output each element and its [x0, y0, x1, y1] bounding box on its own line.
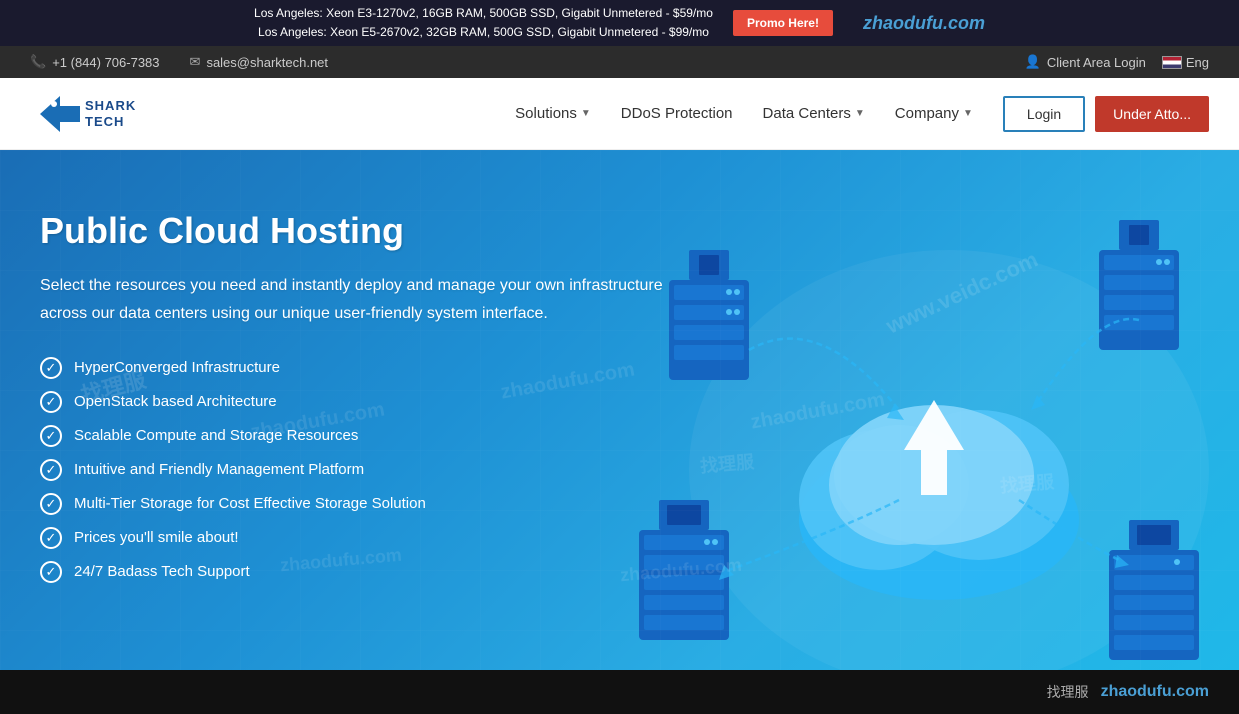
promo-line-2: Los Angeles: Xeon E5-2670v2, 32GB RAM, 5… — [258, 25, 709, 39]
sharktech-logo: SHARK TECH — [30, 86, 160, 141]
client-login-link[interactable]: 👤 Client Area Login — [1025, 54, 1146, 70]
feature-scalable: ✓ Scalable Compute and Storage Resources — [40, 425, 680, 447]
language-selector[interactable]: Eng — [1162, 55, 1209, 70]
feature-text-3: Scalable Compute and Storage Resources — [74, 427, 358, 444]
feature-support: ✓ 24/7 Badass Tech Support — [40, 561, 680, 583]
promo-line-1: Los Angeles: Xeon E3-1270v2, 16GB RAM, 5… — [254, 6, 713, 20]
check-icon-5: ✓ — [40, 493, 62, 515]
hero-description: Select the resources you need and instan… — [40, 272, 680, 326]
bottom-logo-text: 找理服 — [1047, 682, 1089, 702]
promo-button[interactable]: Promo Here! — [733, 10, 833, 36]
check-icon-7: ✓ — [40, 561, 62, 583]
email-icon: ✉ — [190, 54, 201, 70]
logo-box[interactable]: SHARK TECH — [30, 86, 160, 141]
feature-hyperconverged: ✓ HyperConverged Infrastructure — [40, 357, 680, 379]
feature-text-7: 24/7 Badass Tech Support — [74, 563, 250, 580]
hero-illustration — [639, 170, 1239, 670]
nav-ddos[interactable]: DDoS Protection — [621, 105, 733, 122]
phone-icon: 📞 — [30, 54, 46, 70]
contact-bar: 📞 +1 (844) 706-7383 ✉ sales@sharktech.ne… — [0, 46, 1239, 78]
bottom-bar: 找理服 zhaodufu.com — [0, 670, 1239, 714]
feature-multitier: ✓ Multi-Tier Storage for Cost Effective … — [40, 493, 680, 515]
nav-solutions-label: Solutions — [515, 105, 577, 122]
hero-content: Public Cloud Hosting Select the resource… — [40, 210, 680, 582]
feature-text-4: Intuitive and Friendly Management Platfo… — [74, 461, 364, 478]
svg-text:TECH: TECH — [85, 114, 124, 129]
phone-item: 📞 +1 (844) 706-7383 — [30, 54, 160, 70]
nav-solutions[interactable]: Solutions ▼ — [515, 105, 591, 122]
nav-ddos-label: DDoS Protection — [621, 105, 733, 122]
feature-text-1: HyperConverged Infrastructure — [74, 359, 280, 376]
datacenters-dropdown-arrow: ▼ — [855, 108, 865, 119]
feature-prices: ✓ Prices you'll smile about! — [40, 527, 680, 549]
promo-text: Los Angeles: Xeon E3-1270v2, 16GB RAM, 5… — [254, 4, 713, 42]
feature-intuitive: ✓ Intuitive and Friendly Management Plat… — [40, 459, 680, 481]
feature-text-5: Multi-Tier Storage for Cost Effective St… — [74, 495, 426, 512]
cloud-illustration-svg — [639, 170, 1239, 670]
under-attack-button[interactable]: Under Atto... — [1095, 96, 1209, 132]
user-icon: 👤 — [1025, 54, 1041, 70]
nav-datacenters-label: Data Centers — [763, 105, 851, 122]
promo-watermark: zhaodufu.com — [863, 13, 985, 34]
nav-datacenters[interactable]: Data Centers ▼ — [763, 105, 865, 122]
feature-text-6: Prices you'll smile about! — [74, 529, 239, 546]
email-item: ✉ sales@sharktech.net — [190, 54, 329, 70]
logo-area: SHARK TECH — [30, 86, 160, 141]
bottom-site-text: zhaodufu.com — [1101, 683, 1209, 701]
svg-text:SHARK: SHARK — [85, 98, 136, 113]
check-icon-3: ✓ — [40, 425, 62, 447]
check-icon-6: ✓ — [40, 527, 62, 549]
contact-right: 👤 Client Area Login Eng — [1025, 54, 1209, 70]
nav-links: Solutions ▼ DDoS Protection Data Centers… — [515, 105, 973, 122]
feature-list: ✓ HyperConverged Infrastructure ✓ OpenSt… — [40, 357, 680, 583]
contact-left: 📞 +1 (844) 706-7383 ✉ sales@sharktech.ne… — [30, 54, 328, 70]
check-icon-4: ✓ — [40, 459, 62, 481]
check-icon-1: ✓ — [40, 357, 62, 379]
promo-bar: Los Angeles: Xeon E3-1270v2, 16GB RAM, 5… — [0, 0, 1239, 46]
hero-title: Public Cloud Hosting — [40, 210, 680, 252]
phone-number: +1 (844) 706-7383 — [52, 55, 159, 70]
feature-text-2: OpenStack based Architecture — [74, 393, 277, 410]
nav-company[interactable]: Company ▼ — [895, 105, 973, 122]
company-dropdown-arrow: ▼ — [963, 108, 973, 119]
login-button[interactable]: Login — [1003, 96, 1085, 132]
check-icon-2: ✓ — [40, 391, 62, 413]
solutions-dropdown-arrow: ▼ — [581, 108, 591, 119]
client-login-label: Client Area Login — [1047, 55, 1146, 70]
email-address: sales@sharktech.net — [206, 55, 328, 70]
flag-icon — [1162, 56, 1182, 69]
hero-section: 找理服 zhaodufu.com zhaodufu.com zhaodufu.c… — [0, 150, 1239, 670]
navbar: SHARK TECH Solutions ▼ DDoS Protection D… — [0, 78, 1239, 150]
nav-company-label: Company — [895, 105, 959, 122]
language-label: Eng — [1186, 55, 1209, 70]
feature-openstack: ✓ OpenStack based Architecture — [40, 391, 680, 413]
